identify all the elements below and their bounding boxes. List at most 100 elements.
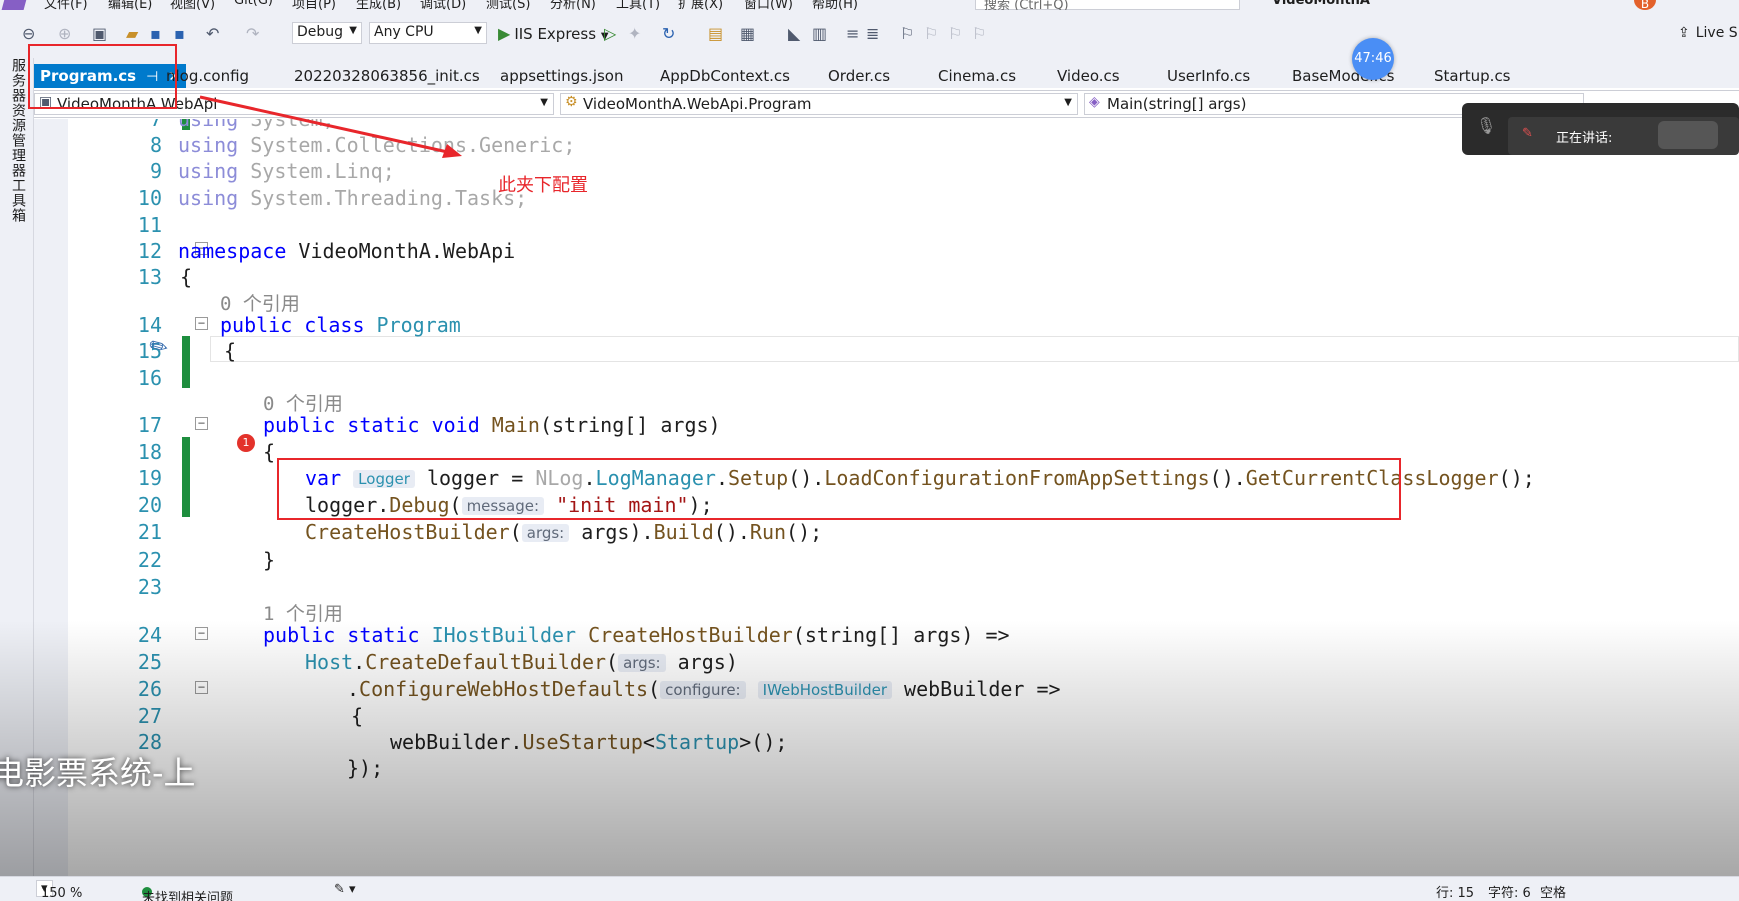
chevron-down-icon: ▼ [1064,97,1072,108]
prev-bookmark-icon[interactable]: ⚐ [924,24,938,43]
menu-window[interactable]: 窗口(W) [744,0,793,10]
line-number: 22 [137,548,162,572]
codelens-references[interactable]: 1 个引用 [263,599,343,626]
line-number: 11 [137,213,162,237]
save-all-icon[interactable]: ▪ [174,24,185,43]
configuration-dropdown[interactable]: Debug ▼ [292,22,362,44]
muted-mic-icon: ✎ [1522,126,1533,141]
microphone-icon[interactable]: 🎙 [1476,116,1496,135]
menu-edit[interactable]: 编辑(E) [108,0,152,10]
open-folder-icon[interactable]: ▰ [126,24,138,43]
tab-appsettings[interactable]: appsettings.json [500,64,624,88]
annotation-text: 此夹下配置 [498,175,588,196]
menu-view[interactable]: 视图(V) [170,0,215,10]
bookmark-icon[interactable]: ⚐ [900,24,914,43]
menu-project[interactable]: 项目(P) [292,0,336,10]
new-project-icon[interactable]: ▣ [92,24,107,43]
line-number: 9 [149,159,162,183]
toolbar: ⊖ ⊕ ▣ ▰ ▪ ▪ ↶ ↷ Debug ▼ Any CPU ▼ ▶ IIS Exp… [0,10,1739,58]
folder-icon[interactable]: ▤ [708,24,723,43]
menu-test[interactable]: 测试(S) [486,0,530,10]
clear-bookmarks-icon[interactable]: ⚐ [972,24,986,43]
document-tabs: Program.cs ⊣ ✕ nlog.config 20220328063856_… [34,58,1739,88]
brush-icon[interactable]: ✎ ▾ [334,882,356,897]
tab-init-migration[interactable]: 20220328063856_init.cs [294,64,480,88]
collapse-icon[interactable]: − [195,681,208,694]
menu-help[interactable]: 帮助(H) [812,0,858,10]
avatar[interactable]: B [1634,0,1656,10]
menu-build[interactable]: 生成(B) [356,0,401,10]
line-number: 17 [137,413,162,437]
change-marker [182,336,190,388]
menu-analyze[interactable]: 分析(N) [550,0,596,10]
change-marker [182,437,190,517]
zoom-dropdown[interactable]: 150 % ▾ [36,880,82,901]
hot-reload-icon[interactable]: ✦ [628,24,641,43]
line-number: 18 [137,440,162,464]
next-bookmark-icon[interactable]: ⚐ [948,24,962,43]
outdent-icon[interactable]: ≣ [866,24,879,43]
codelens-references[interactable]: 0 个引用 [263,389,343,416]
line-number: 12 [137,239,162,263]
line-number: 20 [137,493,162,517]
save-icon[interactable]: ▪ [150,24,161,43]
code-line-29: }); [347,756,384,780]
line-number: 23 [137,575,162,599]
code-line-18: { [263,440,276,464]
indent-icon[interactable]: ≡ [846,24,859,43]
back-icon[interactable]: ⊖ [22,24,35,43]
line-number: 19 [137,466,162,490]
char-indicator[interactable]: 字符: 6 [1488,882,1531,901]
menu-git[interactable]: Git(G) [234,0,273,8]
codelens-references[interactable]: 0 个引用 [220,289,300,316]
run-label: IIS Express [514,25,597,43]
type-dropdown[interactable]: ⚙ VideoMonthA.WebApi.Program ▼ [560,93,1078,115]
inlay-hint: configure: [660,681,746,699]
tab-cinema[interactable]: Cinema.cs [938,64,1016,88]
tab-nlog-config[interactable]: nlog.config [166,64,249,88]
whitespace-indicator[interactable]: 空格 [1540,882,1566,901]
forward-icon[interactable]: ⊕ [58,24,71,43]
menu-tools[interactable]: 工具(T) [616,0,660,10]
menu-bar: 文件(F) 编辑(E) 视图(V) Git(G) 项目(P) 生成(B) 调试(… [0,0,1739,10]
code-line-21: CreateHostBuilder(args: args).Build().Ru… [305,520,823,544]
columns-icon[interactable]: ▥ [812,24,827,43]
chevron-down-icon: ▼ [349,25,357,36]
tab-startup[interactable]: Startup.cs [1434,64,1511,88]
line-number: 26 [137,677,162,701]
line-number: 27 [137,704,162,728]
speaker-avatar [1658,121,1718,149]
menu-extensions[interactable]: 扩展(X) [678,0,723,10]
line-indicator[interactable]: 行: 15 [1436,882,1474,901]
member-value: Main(string[] args) [1107,95,1247,113]
refresh-icon[interactable]: ↻ [662,24,675,43]
menu-file[interactable]: 文件(F) [44,0,88,10]
platform-dropdown[interactable]: Any CPU ▼ [369,22,487,44]
zoom-value: 150 % [41,886,83,901]
collapse-icon[interactable]: − [195,627,208,640]
live-share-button[interactable]: ⇪ Live S [1678,25,1738,41]
pointer-icon[interactable]: ◣ [788,24,800,43]
undo-icon[interactable]: ↶ [206,24,219,43]
issues-label: 未找到相关问题 [142,891,234,901]
error-badge[interactable]: 1 [237,434,255,452]
collapse-icon[interactable]: − [195,417,208,430]
start-without-debug-icon[interactable]: ▷ [604,24,616,43]
tab-order[interactable]: Order.cs [828,64,890,88]
tab-userinfo[interactable]: UserInfo.cs [1167,64,1250,88]
speaker-panel: ✎ 正在讲话: [1508,117,1739,155]
speaking-label: 正在讲话: [1556,131,1613,146]
chevron-down-icon: ▼ [540,97,548,108]
server-explorer-tab[interactable]: 服务器资源管理器 [8,58,28,178]
toolbox-tab[interactable]: 工具箱 [8,178,28,223]
menu-debug[interactable]: 调试(D) [420,0,466,10]
tab-appdbcontext[interactable]: AppDbContext.cs [660,64,790,88]
tab-video[interactable]: Video.cs [1057,64,1120,88]
code-line-24: public static IHostBuilder CreateHostBui… [263,623,1010,647]
line-number: 8 [149,133,162,157]
search-input[interactable]: 搜索 (Ctrl+Q) [975,0,1240,10]
run-button[interactable]: ▶ IIS Express ▼ [498,24,609,43]
redo-icon[interactable]: ↷ [246,24,259,43]
collapse-icon[interactable]: − [195,317,208,330]
layout-icon[interactable]: ▦ [740,24,755,43]
